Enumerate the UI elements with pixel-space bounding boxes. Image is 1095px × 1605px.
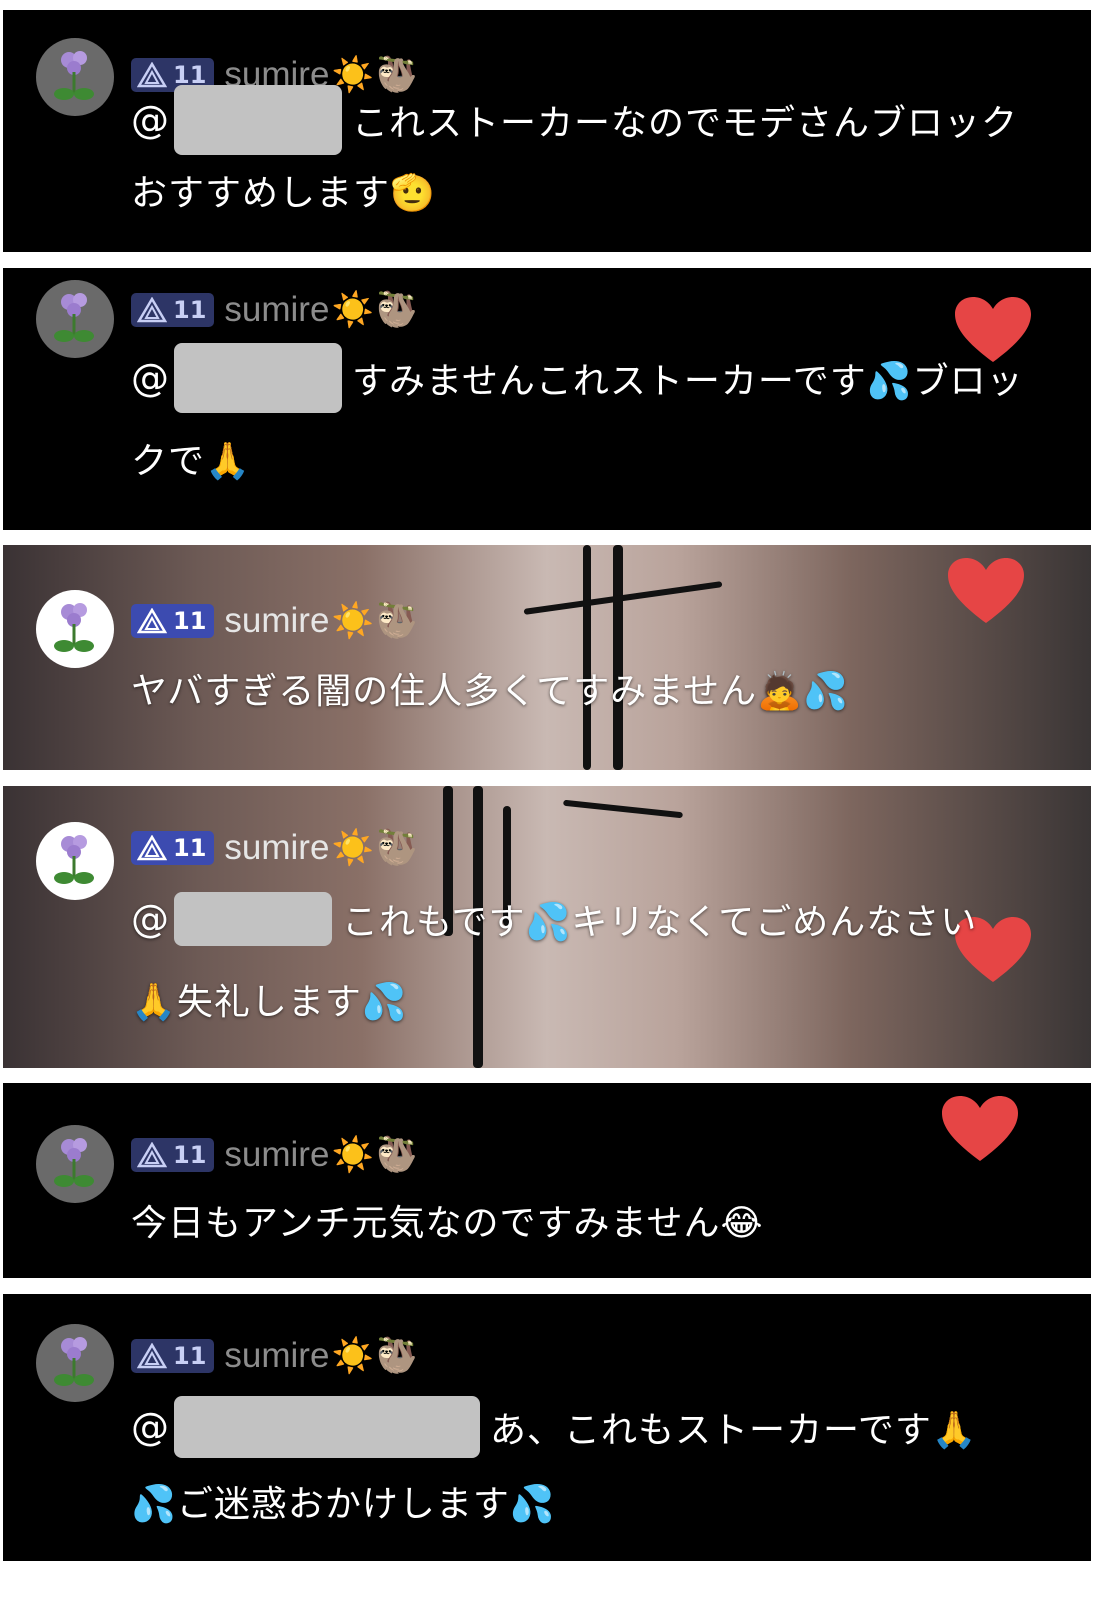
comment-line: @ あ、これもストーカーです🙏 (131, 1394, 978, 1460)
mention-at: @ (131, 897, 170, 941)
level-badge: 11 (131, 1138, 215, 1172)
sun-emoji: ☀️ (331, 1135, 374, 1175)
level-number: 11 (173, 834, 207, 862)
background-photo (523, 581, 723, 615)
comment-text: これストーカーなのでモデさんブロック (352, 103, 1019, 144)
comment-line: クで🙏 (131, 433, 251, 483)
triangle-icon (137, 1343, 167, 1369)
comment-card: 11 sumire ☀️ 🦥 @ これもです💦キリなくてごめんなさい 🙏失礼しま… (3, 786, 1091, 1068)
level-badge: 11 (131, 293, 215, 327)
masked-mention (174, 343, 342, 413)
violet-flower-icon (54, 835, 94, 884)
comment-header: 11 sumire ☀️ 🦥 (131, 1336, 418, 1376)
avatar[interactable] (36, 280, 114, 358)
comment-text: おすすめします🫡 (131, 173, 436, 214)
sloth-emoji: 🦥 (375, 828, 419, 868)
violet-flower-icon (54, 293, 94, 342)
comment-header: 11 sumire ☀️ 🦥 (131, 290, 418, 330)
username[interactable]: sumire (224, 601, 329, 641)
heart-icon[interactable] (946, 557, 1026, 627)
comment-line: @ これストーカーなのでモデさんブロック (131, 82, 1018, 158)
comment-header: 11 sumire ☀️ 🦥 (131, 828, 418, 868)
sun-emoji: ☀️ (331, 828, 374, 868)
violet-flower-icon (54, 1138, 94, 1187)
comment-line: ヤバすぎる闇の住人多くてすみません🙇💦 (131, 663, 849, 713)
sloth-emoji: 🦥 (375, 601, 419, 641)
level-number: 11 (173, 607, 207, 635)
violet-flower-icon (54, 51, 94, 100)
comment-card: 11 sumire ☀️ 🦥 @ これストーカーなのでモデさんブロック おすすめ… (3, 10, 1091, 252)
masked-mention (174, 892, 332, 946)
comment-text: ヤバすぎる闇の住人多くてすみません🙇💦 (131, 671, 849, 712)
comment-text: クで🙏 (131, 441, 251, 482)
masked-mention (174, 85, 342, 155)
comment-card: 11 sumire ☀️ 🦥 @ あ、これもストーカーです🙏 💦ご迷惑おかけしま… (3, 1294, 1091, 1561)
background-photo (583, 545, 591, 770)
comment-text: 💦ご迷惑おかけします💦 (131, 1484, 556, 1525)
comment-line: 💦ご迷惑おかけします💦 (131, 1476, 556, 1526)
comment-line: 🙏失礼します💦 (131, 974, 408, 1024)
avatar[interactable] (36, 1125, 114, 1203)
level-badge: 11 (131, 604, 215, 638)
sloth-emoji: 🦥 (375, 1336, 419, 1376)
comment-line: 今日もアンチ元気なのですみません😂 (131, 1195, 764, 1245)
comment-header: 11 sumire ☀️ 🦥 (131, 1135, 418, 1175)
level-badge: 11 (131, 1339, 215, 1373)
violet-flower-icon (54, 603, 94, 652)
sun-emoji: ☀️ (331, 601, 374, 641)
violet-flower-icon (54, 1337, 94, 1386)
triangle-icon (137, 835, 167, 861)
comment-header: 11 sumire ☀️ 🦥 (131, 601, 418, 641)
comment-text: これもです💦キリなくてごめんなさい (342, 902, 978, 943)
comment-line: おすすめします🫡 (131, 165, 436, 215)
sloth-emoji: 🦥 (375, 290, 419, 330)
mention-at: @ (131, 356, 170, 400)
masked-mention (174, 1396, 480, 1458)
comment-text: 今日もアンチ元気なのですみません😂 (131, 1203, 764, 1244)
comment-text: 🙏失礼します💦 (131, 982, 408, 1023)
level-number: 11 (173, 1141, 207, 1169)
comment-text: あ、これもストーカーです🙏 (490, 1410, 978, 1451)
comment-card: 11 sumire ☀️ 🦥 @ すみませんこれストーカーです💦ブロッ クで🙏 (3, 268, 1091, 530)
triangle-icon (137, 608, 167, 634)
avatar[interactable] (36, 590, 114, 668)
level-number: 11 (173, 1342, 207, 1370)
mention-at: @ (131, 1405, 170, 1449)
level-badge: 11 (131, 831, 215, 865)
sun-emoji: ☀️ (331, 1336, 374, 1376)
comment-line: @ すみませんこれストーカーです💦ブロッ (131, 340, 1024, 416)
avatar[interactable] (36, 1324, 114, 1402)
comment-line: @ これもです💦キリなくてごめんなさい (131, 888, 977, 950)
heart-icon[interactable] (940, 1095, 1020, 1165)
sloth-emoji: 🦥 (375, 1135, 419, 1175)
triangle-icon (137, 1142, 167, 1168)
comment-card: 11 sumire ☀️ 🦥 ヤバすぎる闇の住人多くてすみません🙇💦 (3, 545, 1091, 770)
mention-at: @ (131, 98, 170, 142)
background-photo (563, 799, 683, 819)
avatar[interactable] (36, 822, 114, 900)
username[interactable]: sumire (224, 1336, 329, 1376)
comment-text: すみませんこれストーカーです💦ブロッ (352, 361, 1024, 402)
comment-card: 11 sumire ☀️ 🦥 今日もアンチ元気なのですみません😂 (3, 1083, 1091, 1278)
level-number: 11 (173, 296, 207, 324)
sun-emoji: ☀️ (331, 290, 374, 330)
background-photo (613, 545, 623, 770)
username[interactable]: sumire (224, 1135, 329, 1175)
triangle-icon (137, 297, 167, 323)
username[interactable]: sumire (224, 828, 329, 868)
avatar[interactable] (36, 38, 114, 116)
username[interactable]: sumire (224, 290, 329, 330)
